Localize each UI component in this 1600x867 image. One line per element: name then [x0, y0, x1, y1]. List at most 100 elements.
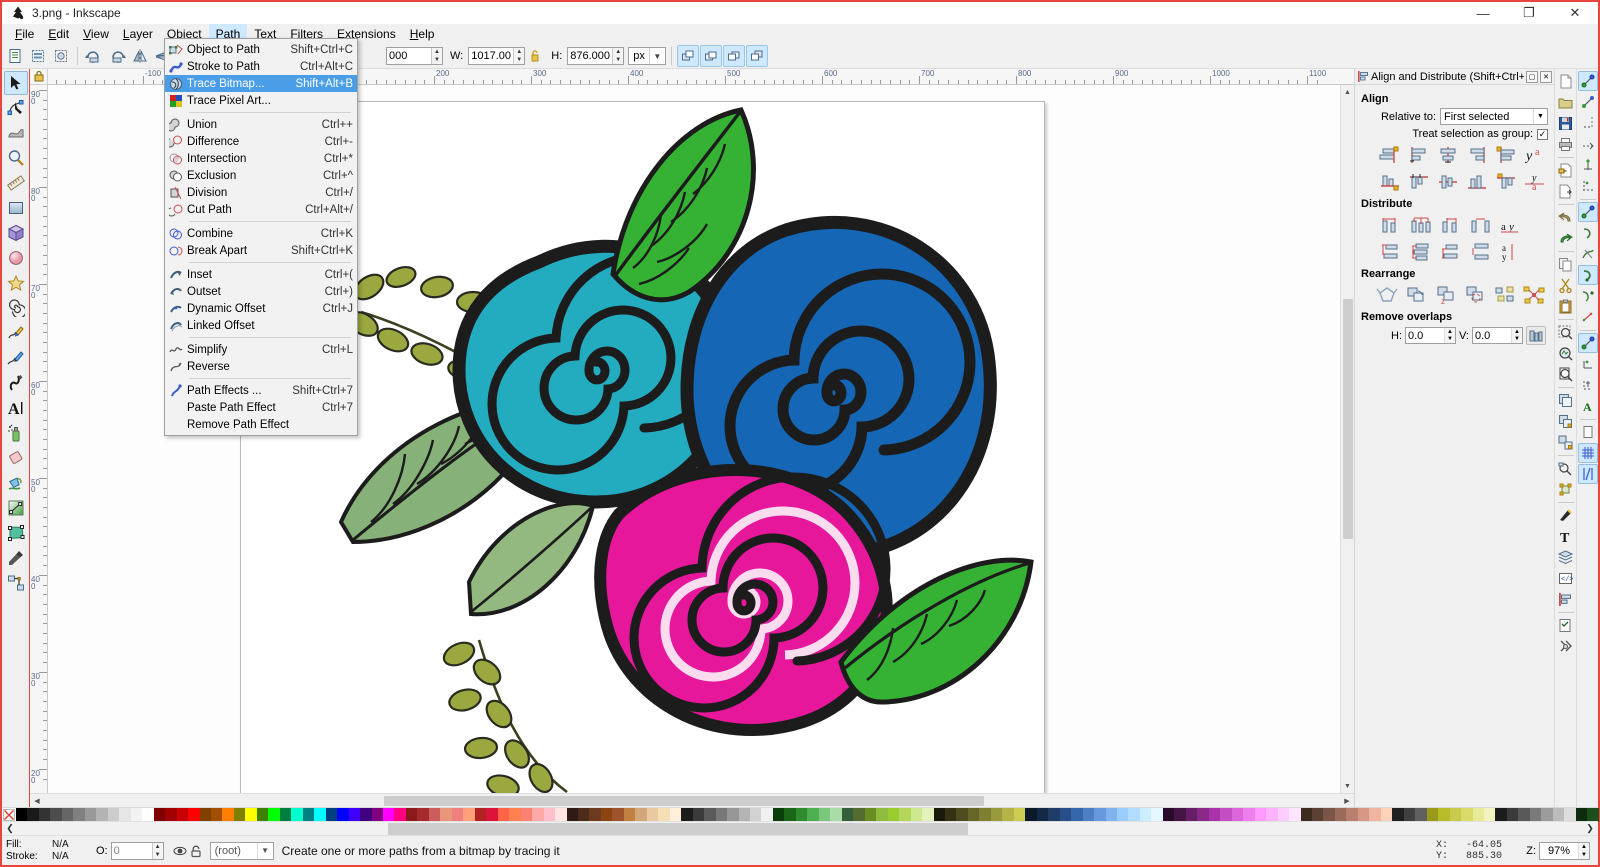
- palette-swatch[interactable]: [1450, 808, 1461, 822]
- snap-rotation-centers-icon[interactable]: [1578, 375, 1598, 395]
- document-properties-icon[interactable]: [1556, 636, 1576, 656]
- palette-swatch[interactable]: [245, 808, 256, 822]
- open-folder-icon[interactable]: [1556, 92, 1576, 112]
- palette-swatch[interactable]: [1484, 808, 1495, 822]
- palette-swatch[interactable]: [440, 808, 451, 822]
- path-menu-item-outset[interactable]: OutsetCtrl+): [165, 283, 357, 300]
- palette-swatch[interactable]: [1530, 808, 1541, 822]
- object-properties-icon[interactable]: [1556, 458, 1576, 478]
- palette-swatch[interactable]: [911, 808, 922, 822]
- palette-swatch[interactable]: [222, 808, 233, 822]
- group-icon[interactable]: [1556, 411, 1576, 431]
- palette-swatch[interactable]: [326, 808, 337, 822]
- palette-swatch[interactable]: [1507, 808, 1518, 822]
- palette-swatch[interactable]: [681, 808, 692, 822]
- palette-swatch[interactable]: [589, 808, 600, 822]
- palette-swatch[interactable]: [544, 808, 555, 822]
- close-button[interactable]: ✕: [1552, 2, 1598, 24]
- palette-swatch[interactable]: [1255, 808, 1266, 822]
- palette-swatch[interactable]: [876, 808, 887, 822]
- palette-swatch[interactable]: [773, 808, 784, 822]
- palette-swatch[interactable]: [1220, 808, 1231, 822]
- palette-swatch[interactable]: [1369, 808, 1380, 822]
- path-menu-item-intersection[interactable]: IntersectionCtrl+*: [165, 150, 357, 167]
- gradient-tool[interactable]: [4, 496, 28, 520]
- zoom-tool[interactable]: [4, 146, 28, 170]
- align-left-edges-icon[interactable]: [1406, 143, 1433, 167]
- minimize-button[interactable]: —: [1460, 2, 1506, 24]
- text-properties-icon[interactable]: T: [1556, 526, 1576, 546]
- palette-swatch[interactable]: [716, 808, 727, 822]
- path-menu-item-trace-pixel-art[interactable]: Trace Pixel Art...: [165, 92, 357, 109]
- distribute-left-edges-icon[interactable]: [1377, 213, 1405, 237]
- new-file-icon[interactable]: [1556, 71, 1576, 91]
- palette-swatches[interactable]: [16, 808, 1598, 822]
- hscroll-track[interactable]: [44, 794, 1340, 807]
- palette-swatch[interactable]: [1025, 808, 1036, 822]
- width-field[interactable]: ▲▼: [468, 47, 525, 65]
- palette-swatch[interactable]: [1014, 808, 1025, 822]
- palette-swatch[interactable]: [647, 808, 658, 822]
- palette-swatch[interactable]: [968, 808, 979, 822]
- raise-icon[interactable]: [700, 45, 722, 67]
- palette-swatch[interactable]: [211, 808, 222, 822]
- fill-stroke-indicator[interactable]: Fill:N/A Stroke:N/A: [2, 839, 88, 863]
- new-document-icon[interactable]: [4, 45, 26, 67]
- align-right-edge-to-anchor-left-icon[interactable]: [1377, 143, 1404, 167]
- connector-tool[interactable]: [4, 571, 28, 595]
- snap-smooth-nodes-icon[interactable]: [1578, 286, 1598, 306]
- bezier-tool[interactable]: [4, 346, 28, 370]
- palette-swatch[interactable]: [1048, 808, 1059, 822]
- lower-to-bottom-icon[interactable]: [746, 45, 768, 67]
- palette-scroll-right[interactable]: ❯: [1582, 823, 1598, 834]
- maximize-button[interactable]: ❐: [1506, 2, 1552, 24]
- ellipse-tool[interactable]: [4, 246, 28, 270]
- palette-swatch[interactable]: [693, 808, 704, 822]
- snap-midpoints-line-icon[interactable]: [1578, 307, 1598, 327]
- palette-swatch[interactable]: [819, 808, 830, 822]
- palette-swatch[interactable]: [865, 808, 876, 822]
- palette-swatch[interactable]: [1002, 808, 1013, 822]
- calligraphy-tool[interactable]: [4, 371, 28, 395]
- chevron-down-icon[interactable]: ▼: [649, 48, 665, 64]
- randomize-positions-icon[interactable]: [1491, 283, 1519, 307]
- palette-swatch[interactable]: [165, 808, 176, 822]
- palette-swatch[interactable]: [796, 808, 807, 822]
- vscroll-thumb[interactable]: [1343, 299, 1353, 539]
- snap-bounding-boxes-icon[interactable]: [1578, 92, 1598, 112]
- distribute-gaps-horizontally-icon[interactable]: [1467, 213, 1495, 237]
- palette-swatch[interactable]: [991, 808, 1002, 822]
- palette-swatch[interactable]: [177, 808, 188, 822]
- path-menu-item-union[interactable]: UnionCtrl++: [165, 116, 357, 133]
- palette-swatch[interactable]: [188, 808, 199, 822]
- palette-swatch[interactable]: [475, 808, 486, 822]
- y-stepper[interactable]: ▲▼: [431, 48, 442, 64]
- duplicate-icon[interactable]: [1556, 390, 1576, 410]
- remove-overlaps-icon[interactable]: [1526, 326, 1546, 345]
- align-right-edges-icon[interactable]: [1463, 143, 1490, 167]
- palette-swatch[interactable]: [601, 808, 612, 822]
- palette-swatch[interactable]: [635, 808, 646, 822]
- palette-swatch[interactable]: [1553, 808, 1564, 822]
- palette-swatch[interactable]: [372, 808, 383, 822]
- palette-swatch[interactable]: [200, 808, 211, 822]
- pencil-tool[interactable]: [4, 321, 28, 345]
- snap-object-centers-icon[interactable]: [1578, 354, 1598, 374]
- palette-swatch[interactable]: [1404, 808, 1415, 822]
- palette-swatch[interactable]: [761, 808, 772, 822]
- palette-swatch[interactable]: [1587, 808, 1598, 822]
- snap-bbox-edges-icon[interactable]: [1578, 113, 1598, 133]
- palette-swatch[interactable]: [1243, 808, 1254, 822]
- align-bottom-edges-icon[interactable]: [1463, 170, 1490, 194]
- treat-as-group-checkbox[interactable]: ✓: [1537, 129, 1548, 140]
- palette-swatch[interactable]: [452, 808, 463, 822]
- distribute-bottom-edges-icon[interactable]: [1437, 240, 1465, 264]
- distribute-gaps-vertically-icon[interactable]: [1467, 240, 1495, 264]
- menu-view[interactable]: View: [76, 24, 116, 44]
- palette-swatch[interactable]: [853, 808, 864, 822]
- palette-swatch[interactable]: [1323, 808, 1334, 822]
- path-menu-item-cut-path[interactable]: Cut PathCtrl+Alt+/: [165, 201, 357, 218]
- overlap-v-field[interactable]: ▲▼: [1472, 327, 1523, 344]
- palette-swatch[interactable]: [784, 808, 795, 822]
- overlap-v-stepper[interactable]: ▲▼: [1511, 328, 1522, 343]
